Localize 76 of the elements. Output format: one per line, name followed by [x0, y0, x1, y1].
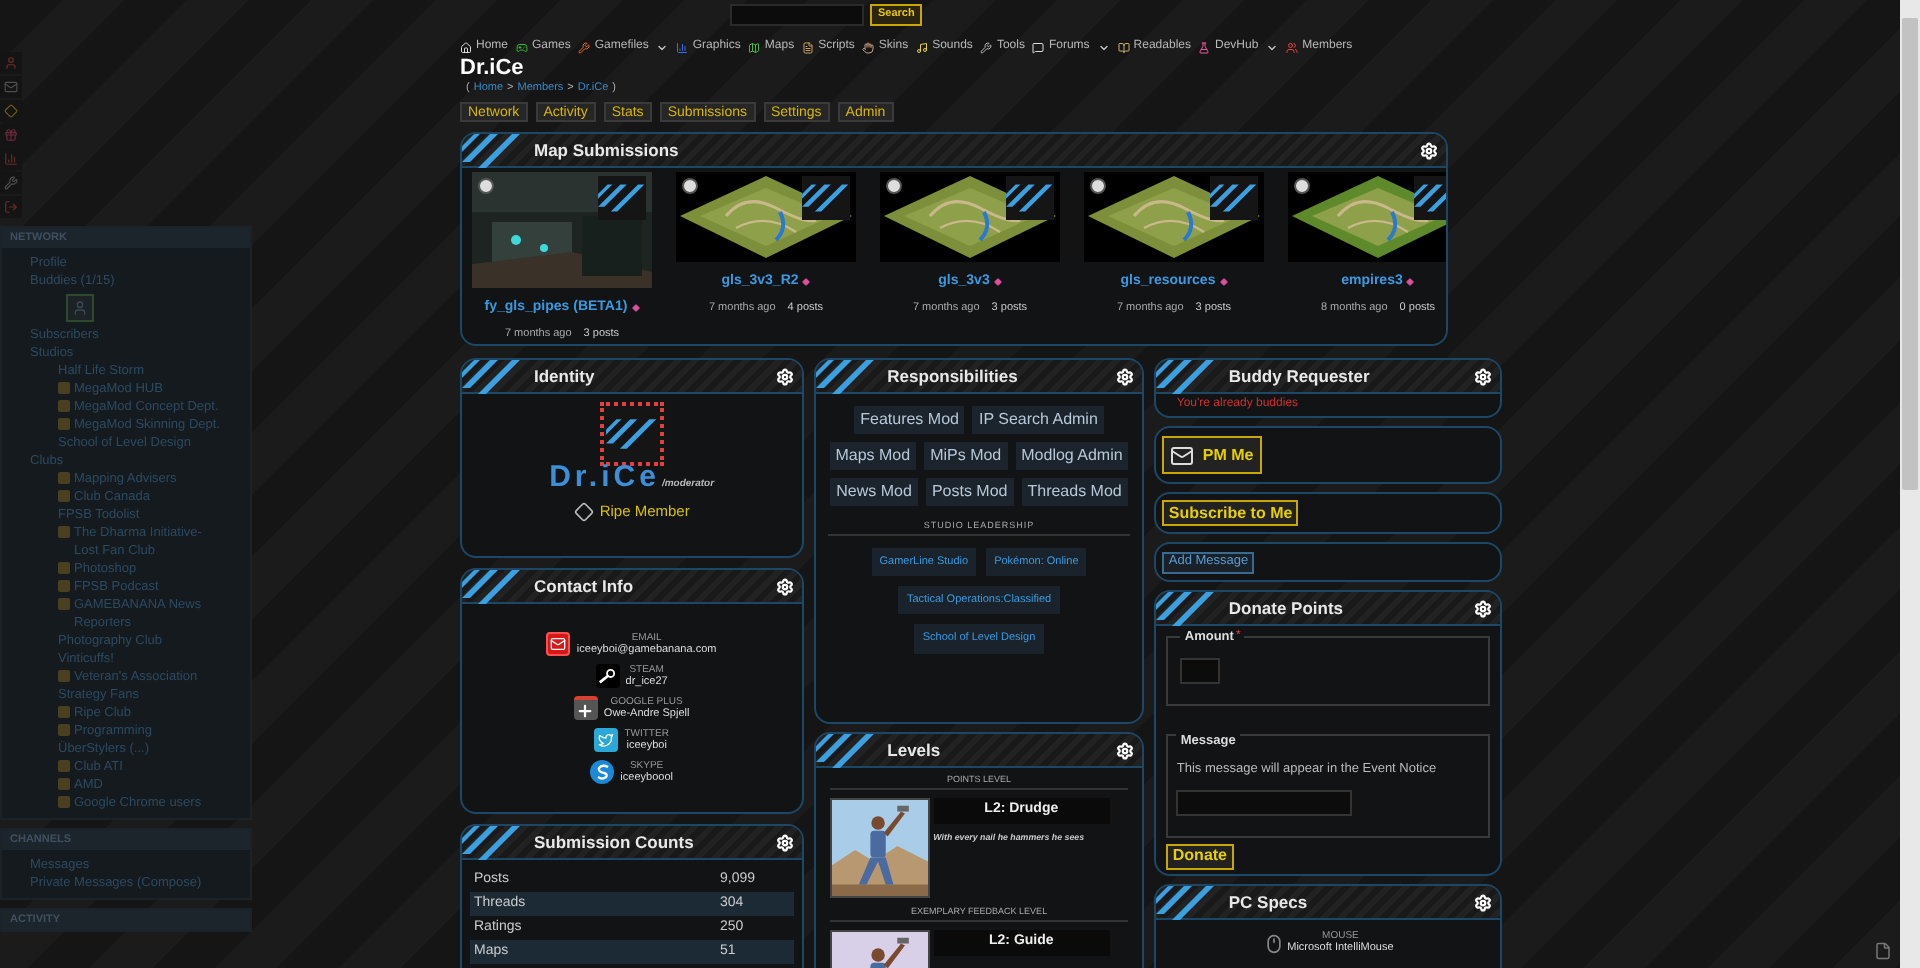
club-icon	[58, 670, 70, 682]
pm-button[interactable]: PM Me	[1162, 436, 1262, 474]
panel-title: Levels	[887, 737, 941, 763]
panel-title: PC Specs	[1228, 889, 1308, 915]
amount-field[interactable]	[1180, 658, 1221, 685]
role-tag: Posts Mod	[925, 478, 1014, 506]
settings-icon[interactable]	[1474, 367, 1493, 385]
role-tag: Threads Mod	[1021, 478, 1128, 506]
stripes-icon	[462, 826, 522, 859]
panel-title: Donate Points	[1228, 595, 1344, 621]
settings-icon[interactable]	[775, 367, 794, 385]
settings-icon[interactable]	[1474, 599, 1493, 617]
diamond-icon	[1406, 278, 1415, 287]
panel-title: Responsibilities	[887, 363, 1018, 389]
wrench-icon	[578, 41, 591, 53]
hand-icon	[862, 41, 875, 53]
role-tag: MiPs Mod	[924, 442, 1008, 470]
settings-icon[interactable]	[1116, 741, 1135, 759]
stripes-icon	[1156, 592, 1217, 625]
role-tag: IP Search Admin	[972, 406, 1104, 434]
settings-icon[interactable]	[1116, 367, 1135, 385]
chat-icon	[1032, 41, 1045, 53]
panel-title: Submission Counts	[534, 829, 694, 855]
bird-icon	[594, 728, 619, 752]
stripes-icon	[815, 360, 876, 393]
mouse-icon	[1263, 933, 1284, 953]
panel-title: Buddy Requester	[1228, 363, 1370, 389]
plus-icon	[573, 696, 598, 720]
diamond-icon	[631, 304, 640, 313]
panel-title: Identity	[534, 363, 595, 389]
flask-icon	[1198, 41, 1211, 53]
page-title: Dr.iCe	[460, 58, 526, 80]
settings-icon[interactable]	[1420, 141, 1438, 159]
subscribe-button[interactable]: Subscribe to Me	[1162, 500, 1299, 526]
settings-icon[interactable]	[775, 577, 794, 595]
panel-title: Contact Info	[534, 573, 634, 599]
wrench-icon[interactable]	[0, 172, 22, 194]
stripes-icon	[462, 134, 522, 167]
stripes-icon	[1156, 886, 1217, 919]
steam-icon	[595, 664, 620, 688]
donate-button[interactable]: Donate	[1166, 843, 1234, 869]
diamond-icon	[802, 278, 811, 287]
diamond-icon	[993, 278, 1002, 287]
pendant-icon	[573, 501, 594, 522]
logo-name: Dr.iCe	[549, 462, 660, 492]
settings-icon[interactable]	[1474, 893, 1493, 911]
chart-icon	[676, 41, 689, 53]
caret-icon[interactable]	[1097, 41, 1110, 53]
diamond-icon	[1219, 278, 1228, 287]
users-icon	[1286, 41, 1299, 53]
caret-icon[interactable]	[656, 41, 669, 53]
panel-title: Map Submissions	[534, 137, 679, 163]
stripes-icon	[462, 570, 522, 603]
club-icon	[58, 526, 70, 538]
role-tag: News Mod	[830, 478, 918, 506]
settings-icon[interactable]	[775, 833, 794, 851]
role-tag: Features Mod	[854, 406, 965, 434]
mail-icon[interactable]	[0, 76, 22, 98]
home-icon	[460, 41, 472, 53]
envelope-icon	[1170, 443, 1195, 467]
wrench-icon	[980, 41, 993, 53]
document-icon[interactable]	[1874, 942, 1892, 960]
stripes-icon	[1156, 360, 1217, 393]
music-icon	[916, 41, 929, 53]
stripes-icon	[815, 734, 876, 767]
stripes-icon	[462, 360, 522, 393]
skype-icon	[590, 760, 615, 784]
caret-icon[interactable]	[1266, 41, 1279, 53]
role-tag: Maps Mod	[829, 442, 917, 470]
search-field[interactable]	[730, 4, 864, 26]
role-tag: Modlog Admin	[1015, 442, 1129, 470]
scrollbar[interactable]	[1900, 0, 1920, 968]
book-icon	[1117, 41, 1130, 53]
message-field[interactable]	[1176, 790, 1353, 816]
gamepad-icon	[516, 41, 529, 53]
email-icon	[546, 632, 571, 656]
